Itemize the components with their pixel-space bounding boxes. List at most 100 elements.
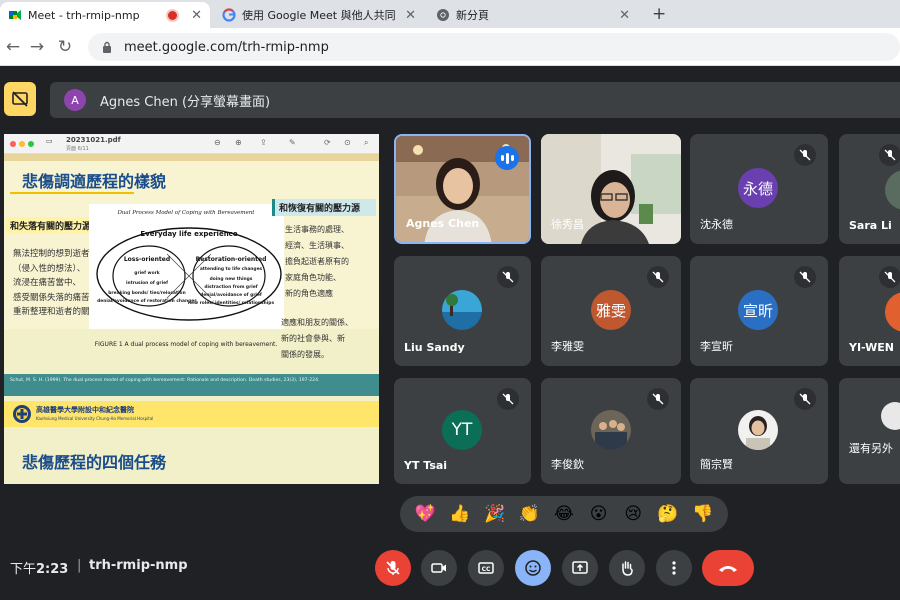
mic-off-icon [879, 266, 900, 288]
microphone-button[interactable] [375, 550, 411, 586]
mic-off-icon [879, 144, 900, 166]
reload-icon[interactable]: ↻ [52, 34, 78, 60]
pdf-viewer-toolbar: ▭ 20231021.pdf 頁面 6/11 ⊖ ⊕ ⇪ ✎ ⟳ ⊙ ⌕ [4, 134, 379, 154]
reaction-thinking-icon[interactable]: 🤔 [655, 501, 681, 527]
avatar: YT [442, 410, 482, 450]
search-icon: ⌕ [364, 138, 369, 147]
avatar: 永德 [738, 168, 778, 208]
center-label: Everyday life experience [140, 230, 237, 238]
loss-item: intrusion of grief [126, 280, 168, 286]
reaction-laugh-icon[interactable]: 😂 [551, 501, 577, 527]
close-tab-icon[interactable]: ✕ [405, 8, 416, 23]
captions-button[interactable]: CC [468, 550, 504, 586]
present-icon [572, 561, 588, 574]
reaction-sad-icon[interactable]: 😢 [620, 501, 646, 527]
loss-item: breaking bonds/ ties/relocation [108, 290, 185, 296]
avatar [885, 292, 900, 332]
avatar [591, 410, 631, 450]
tab-meet[interactable]: Meet - trh-rmip-nmp ✕ [0, 2, 210, 28]
participant-tile[interactable]: 李俊欽 [541, 378, 681, 484]
participant-name: 李俊欽 [551, 458, 584, 471]
forward-icon[interactable]: → [24, 34, 50, 60]
restoration-title: Restoration-oriented [196, 256, 267, 263]
participant-tile[interactable]: 徐秀昌 [541, 134, 681, 244]
loss-item: grief work [134, 270, 159, 276]
slide-title-bottom: 悲傷歷程的四個任務 [22, 453, 167, 472]
window-minimize-icon [19, 141, 25, 147]
dual-process-diagram: Dual Process Model of Coping with Bereav… [89, 204, 284, 329]
restoration-stressor-list: 生活事務的處理、 經濟、生活瑣事、 擔負起逝者原有的 家庭角色功能、 新的角色適… [285, 222, 349, 302]
reaction-thumbs-down-icon[interactable]: 👎 [690, 501, 716, 527]
citation-band: Schut, M. S. H. (1999). The dual process… [4, 374, 379, 396]
meeting-code: trh-rmip-nmp [89, 558, 188, 573]
shared-screen: ▭ 20231021.pdf 頁面 6/11 ⊖ ⊕ ⇪ ✎ ⟳ ⊙ ⌕ 悲傷調… [4, 134, 379, 484]
participant-tile[interactable]: Sara Li [839, 134, 900, 244]
loss-title: Loss-oriented [124, 256, 170, 263]
raise-hand-button[interactable] [609, 550, 645, 586]
reaction-party-icon[interactable]: 🎉 [482, 501, 508, 527]
hospital-name-en: Kaohsiung Medical University Chung-Ho Me… [36, 416, 154, 421]
tab-new[interactable]: 新分頁 ✕ [428, 2, 638, 28]
speaking-indicator-icon [495, 146, 519, 170]
participant-tile[interactable]: 簡宗賢 [690, 378, 828, 484]
present-button[interactable] [562, 550, 598, 586]
hospital-logo-icon [13, 405, 31, 423]
new-tab-button[interactable]: + [652, 4, 666, 24]
leave-call-icon [719, 566, 737, 572]
loss-line: 無法控制的想到逝者 [13, 249, 90, 259]
participant-tile[interactable]: YI-WEN [839, 256, 900, 366]
diagram-title: Dual Process Model of Coping with Bereav… [116, 210, 255, 216]
stop-presenting-button[interactable] [4, 82, 36, 116]
participant-tile[interactable]: 還有另外 [839, 378, 900, 484]
reaction-clap-icon[interactable]: 👏 [516, 501, 542, 527]
restoration-stressor-box: 和恢復有關的壓力源 [272, 199, 376, 216]
participant-name: 李雅雯 [551, 340, 584, 353]
close-tab-icon[interactable]: ✕ [191, 8, 202, 23]
participant-tile[interactable]: 永德 沈永德 [690, 134, 828, 244]
more-options-button[interactable] [656, 550, 692, 586]
window-zoom-icon [28, 141, 34, 147]
loss-stressor-list: 無法控制的想到逝者 （侵入性的想法）、 流浸在痛苦當中、 感受關係失落的痛苦、 … [13, 247, 98, 320]
restoration-line: 經濟、生活瑣事、 [285, 241, 349, 250]
participant-tile[interactable]: Liu Sandy [394, 256, 531, 366]
hospital-band: 高雄醫學大學附設中和紀念醫院 Kaohsiung Medical Univers… [4, 401, 379, 427]
camera-button[interactable] [421, 550, 457, 586]
back-icon[interactable]: ← [0, 34, 26, 60]
slide-top-section: 悲傷調適歷程的樣貌 和失落有關的壓力源 無法控制的想到逝者 （侵入性的想法）、 … [4, 154, 379, 329]
pdf-filename: 20231021.pdf [66, 136, 121, 144]
reaction-heart-icon[interactable]: 💖 [412, 501, 438, 527]
participant-tile[interactable]: 宣昕 李宣昕 [690, 256, 828, 366]
mic-off-icon [794, 388, 816, 410]
emoji-button[interactable] [515, 550, 551, 586]
participant-name: 徐秀昌 [551, 218, 584, 231]
loss-line: 流浸在痛苦當中、 [13, 278, 82, 288]
leave-call-button[interactable] [702, 550, 754, 586]
recording-indicator-icon [166, 8, 180, 22]
restoration-line: 新的社會參與、新 [281, 334, 345, 343]
mic-off-icon [647, 266, 669, 288]
share-icon: ⇪ [260, 138, 267, 147]
slide-header-band [4, 154, 379, 161]
tab-title: 使用 Google Meet 與他人共同 [242, 9, 396, 22]
clock-period: 下午 [10, 562, 37, 577]
google-meet-icon [9, 10, 21, 20]
participant-name: YI-WEN [849, 341, 894, 354]
restoration-item: new roles/ identities/ relationships [188, 300, 275, 306]
participant-tile[interactable]: Agnes Chen [394, 134, 531, 244]
lock-icon [96, 41, 118, 53]
google-icon [222, 8, 236, 22]
presenter-banner: A Agnes Chen (分享螢幕畫面) [50, 82, 900, 118]
address-bar[interactable]: meet.google.com/trh-rmip-nmp [88, 33, 900, 61]
tab-meet-help[interactable]: 使用 Google Meet 與他人共同 ✕ [214, 2, 424, 28]
pdf-page: 頁面 6/11 [66, 146, 89, 152]
participant-tile[interactable]: 雅雯 李雅雯 [541, 256, 681, 366]
participant-tile[interactable]: YT YT Tsai [394, 378, 531, 484]
participant-name: Liu Sandy [404, 341, 465, 354]
close-tab-icon[interactable]: ✕ [619, 8, 630, 23]
reaction-surprised-icon[interactable]: 😮 [586, 501, 612, 527]
restoration-item: distraction from grief [204, 284, 257, 290]
chrome-icon [437, 9, 449, 21]
reaction-thumbs-up-icon[interactable]: 👍 [447, 501, 473, 527]
url-text: meet.google.com/trh-rmip-nmp [124, 39, 329, 55]
annotate-icon: ⊙ [344, 138, 351, 147]
